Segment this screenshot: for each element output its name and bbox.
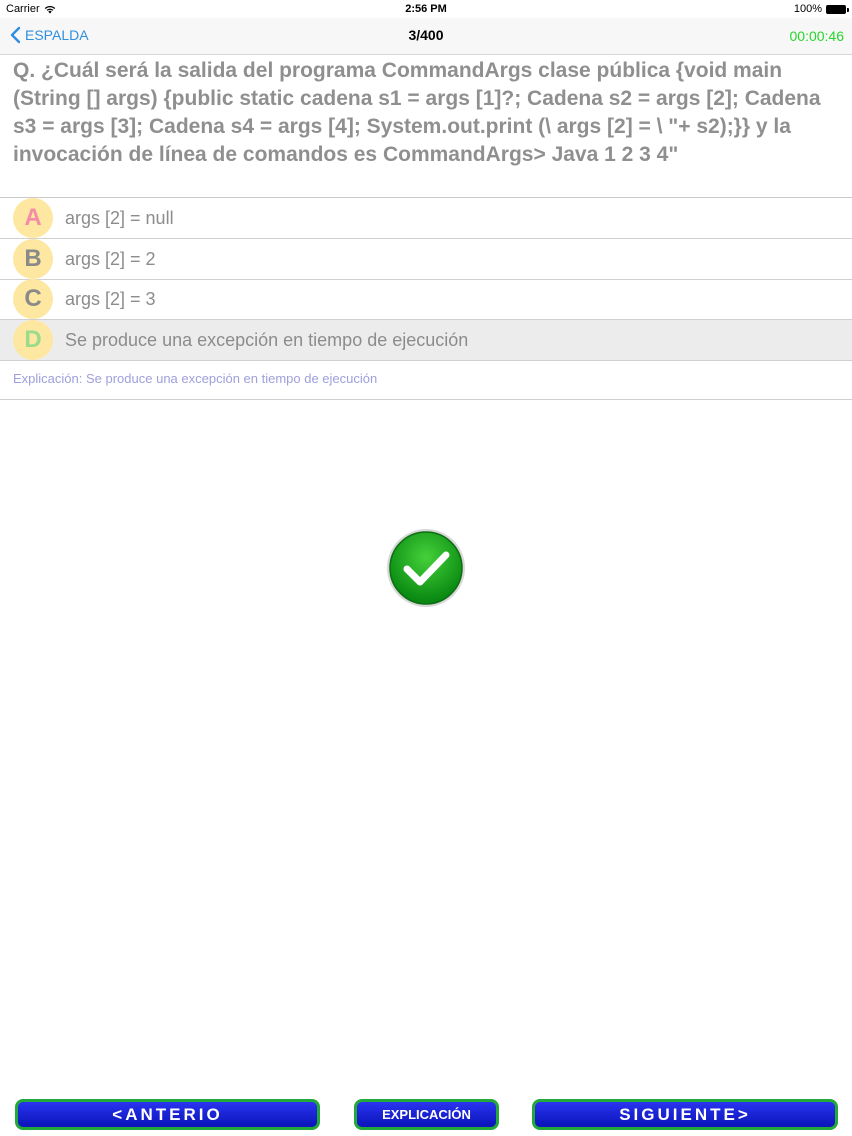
battery-icon: [826, 4, 849, 14]
option-c-badge: C: [13, 279, 53, 319]
option-b-letter: B: [24, 245, 42, 272]
option-a-badge: A: [13, 198, 53, 238]
option-a[interactable]: A args [2] = null: [0, 198, 852, 239]
battery-percent: 100%: [793, 3, 822, 15]
next-button[interactable]: SIGUIENTE>: [532, 1099, 838, 1130]
previous-button[interactable]: <ANTERIO: [15, 1099, 320, 1130]
option-d-letter: D: [24, 326, 42, 353]
option-d-text: Se produce una excepción en tiempo de ej…: [65, 330, 469, 350]
option-c[interactable]: C args [2] = 3: [0, 279, 852, 320]
question-counter: 3/400: [408, 27, 444, 43]
navigation-bar: ESPALDA 3/400 00:00:46: [0, 18, 852, 55]
elapsed-timer: 00:00:46: [789, 28, 845, 44]
option-b-badge: B: [13, 239, 53, 279]
option-a-letter: A: [24, 204, 42, 231]
divider: [0, 399, 852, 400]
option-b-text: args [2] = 2: [65, 249, 156, 269]
explanation-button[interactable]: EXPLICACIÓN: [354, 1099, 499, 1130]
option-c-letter: C: [24, 285, 42, 312]
option-a-text: args [2] = null: [65, 208, 174, 228]
option-b[interactable]: B args [2] = 2: [0, 239, 852, 280]
checkmark-correct-icon: [387, 529, 465, 607]
status-right: 100%: [793, 3, 849, 15]
option-d[interactable]: D Se produce una excepción en tiempo de …: [0, 320, 852, 361]
explanation-text: Explicación: Se produce una excepción en…: [13, 371, 378, 386]
option-c-text: args [2] = 3: [65, 289, 156, 309]
status-time: 2:56 PM: [405, 3, 447, 15]
status-bar: Carrier 2:56 PM 100%: [0, 0, 852, 18]
option-d-badge: D: [13, 320, 53, 360]
question-text: Q. ¿Cuál será la salida del programa Com…: [13, 59, 821, 166]
